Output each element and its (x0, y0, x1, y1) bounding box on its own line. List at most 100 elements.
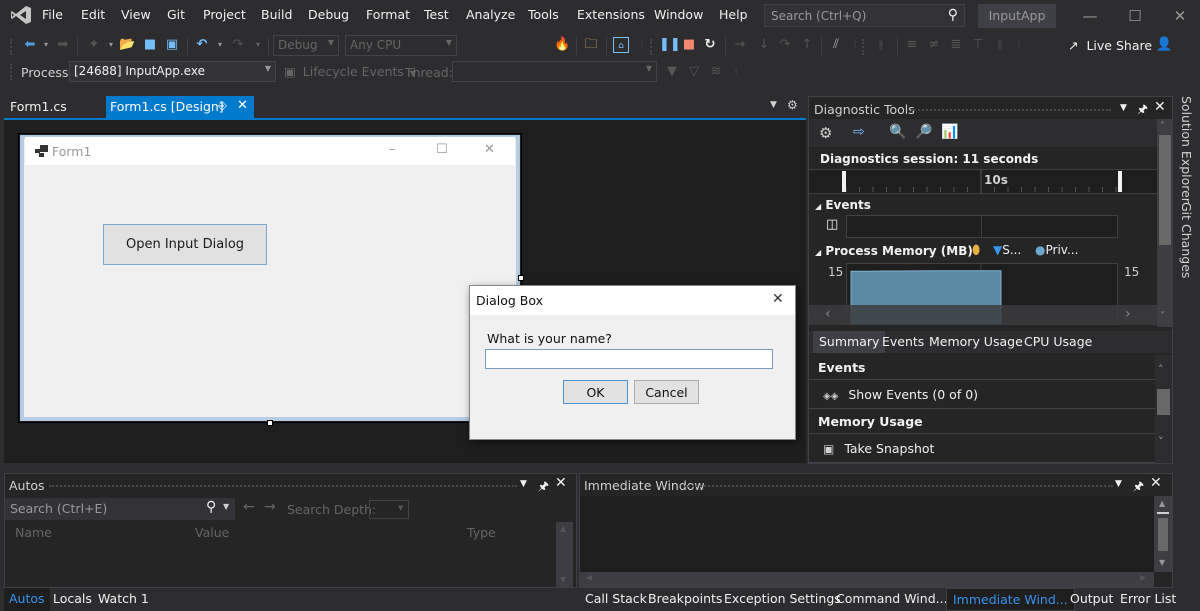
zoom-out-icon[interactable]: 🔎 (915, 124, 932, 140)
align-top-icon[interactable]: ⊤ (970, 37, 986, 53)
scrollbar-thumb[interactable] (1159, 135, 1171, 245)
pin-icon[interactable]: 🖈 (538, 477, 549, 498)
save-all-icon[interactable]: ▣ (164, 37, 180, 53)
show-next-statement-icon[interactable]: → (732, 37, 748, 53)
gear-icon[interactable]: ⚙ (787, 98, 798, 112)
minimize-button[interactable]: — (1068, 3, 1112, 29)
tab-watch-1[interactable]: Watch 1 (98, 591, 149, 606)
open-input-dialog-button[interactable]: Open Input Dialog (103, 224, 267, 265)
toolbar-grip[interactable] (650, 39, 653, 55)
menu-edit[interactable]: Edit (81, 7, 105, 22)
menu-window[interactable]: Window (654, 7, 703, 22)
browse-folder-icon[interactable]: 🗀 (583, 37, 599, 53)
step-over-icon[interactable]: ↷ (777, 37, 793, 53)
close-tab-icon[interactable]: ✕ (237, 98, 248, 113)
search-icon[interactable]: ⚲ (206, 499, 216, 515)
menu-tools[interactable]: Tools (528, 7, 559, 22)
reset-view-icon[interactable]: 📊 (941, 124, 958, 140)
tab-immediate-window[interactable]: Immediate Wind... (946, 588, 1075, 611)
restart-icon[interactable]: ↻ (702, 37, 718, 53)
toolbar-grip[interactable] (10, 64, 13, 80)
maximize-button[interactable]: ☐ (1113, 3, 1157, 29)
show-events-link[interactable]: ◈◈ Show Events (0 of 0) (809, 381, 1155, 409)
scroll-left-icon[interactable]: ◀ (586, 573, 592, 582)
column-type[interactable]: Type (467, 525, 496, 540)
panel-grip[interactable] (911, 109, 1111, 113)
resize-handle-right[interactable] (518, 275, 524, 281)
diagnostic-vertical-scrollbar[interactable]: ˄ ˅ (1157, 119, 1173, 327)
new-project-icon[interactable]: ✦ (86, 37, 102, 53)
scroll-down-icon[interactable]: ˅ (1158, 435, 1164, 448)
scroll-up-icon[interactable]: ˄ (1160, 121, 1165, 132)
pause-icon[interactable]: ❚❚ (659, 37, 681, 53)
search-back-icon[interactable]: ← (243, 499, 255, 515)
scroll-down-icon[interactable]: ▼ (560, 575, 566, 584)
form1-window[interactable]: Form1 – ☐ ✕ (20, 135, 520, 421)
menu-extensions[interactable]: Extensions (577, 7, 645, 22)
search-options-dropdown-icon[interactable]: ▼ (223, 502, 229, 511)
pin-icon[interactable]: ⎆ (218, 99, 227, 113)
toolbar-grip[interactable] (10, 39, 13, 55)
panel-menu-dropdown-icon[interactable]: ▼ (1115, 479, 1122, 489)
solution-explorer-tab[interactable]: Solution Explorer (1179, 96, 1194, 203)
dialog-titlebar[interactable]: Dialog Box ✕ (470, 286, 795, 315)
scroll-left-icon[interactable]: ‹ (825, 306, 831, 322)
zoom-in-icon[interactable]: 🔍 (889, 124, 906, 140)
tab-summary[interactable]: Summary (813, 331, 886, 353)
timeline-ruler[interactable]: 10s (809, 169, 1157, 194)
menu-view[interactable]: View (121, 7, 151, 22)
export-icon[interactable]: ⇨ (853, 124, 865, 140)
menu-format[interactable]: Format (366, 7, 410, 22)
align-left-icon[interactable]: ≡ (904, 37, 920, 53)
panel-menu-dropdown-icon[interactable]: ▼ (1120, 103, 1127, 113)
tab-output[interactable]: Output (1070, 591, 1113, 606)
align-middle-icon[interactable]: ⫲ (992, 37, 1008, 53)
undo-dropdown-icon[interactable]: ▾ (212, 37, 228, 53)
immediate-vertical-scrollbar[interactable]: ▲ ▼ (1154, 496, 1172, 572)
close-panel-icon[interactable]: ✕ (1150, 475, 1162, 491)
pin-icon[interactable]: 🖈 (1137, 100, 1148, 121)
save-icon[interactable]: ■ (142, 37, 158, 53)
back-dropdown-icon[interactable]: ▾ (38, 37, 54, 53)
search-forward-icon[interactable]: → (264, 499, 276, 515)
tab-exception-settings[interactable]: Exception Settings (724, 591, 841, 606)
menu-file[interactable]: File (42, 7, 63, 22)
events-track[interactable] (846, 215, 1118, 238)
ok-button[interactable]: OK (563, 380, 628, 404)
resize-handle-bottom[interactable] (267, 420, 273, 426)
process-memory-header[interactable]: ◢ Process Memory (MB) (815, 244, 973, 258)
scroll-down-icon[interactable]: ˅ (1160, 311, 1165, 322)
immediate-text-area[interactable] (580, 496, 1154, 572)
column-value[interactable]: Value (195, 525, 229, 540)
scroll-right-icon[interactable]: › (1125, 306, 1131, 322)
scroll-up-icon[interactable]: ˄ (1158, 363, 1164, 376)
open-folder-icon[interactable]: 📂 (119, 37, 135, 53)
menu-debug[interactable]: Debug (308, 7, 349, 22)
navigate-forward-icon[interactable]: ➡ (55, 37, 71, 53)
scroll-right-icon[interactable]: ▶ (1140, 573, 1146, 582)
events-section-header[interactable]: ◢ Events (815, 198, 871, 212)
browser-home-icon[interactable]: ⌂ (613, 37, 629, 53)
summary-scrollbar[interactable]: ˄ ˅ (1155, 355, 1172, 463)
scroll-up-icon[interactable]: ▲ (1159, 499, 1165, 508)
live-share-button[interactable]: ↗ Live Share (1068, 38, 1152, 53)
navigate-back-icon[interactable]: ⬅ (22, 37, 38, 53)
menu-git[interactable]: Git (167, 7, 185, 22)
panel-menu-dropdown-icon[interactable]: ▼ (520, 479, 527, 489)
step-into-icon[interactable]: ↓ (756, 37, 772, 53)
tab-autos[interactable]: Autos (4, 588, 50, 611)
tab-form1-design[interactable]: Form1.cs [Design] ⎆ ✕ (106, 96, 254, 118)
scroll-up-icon[interactable]: ▲ (560, 524, 566, 533)
tab-form1-cs[interactable]: Form1.cs (4, 96, 73, 118)
search-icon[interactable]: ⚲ (948, 7, 958, 23)
filter-icon[interactable]: ▼ (664, 64, 680, 80)
timeline-horizontal-scrollbar[interactable]: ‹ › (809, 305, 1157, 325)
close-window-button[interactable]: ✕ (1158, 3, 1200, 29)
autos-search-input[interactable]: Search (Ctrl+E) ⚲ ▼ (5, 498, 235, 520)
menu-test[interactable]: Test (424, 7, 449, 22)
panel-grip[interactable] (49, 485, 517, 489)
search-depth-select[interactable]: ▼ (369, 500, 409, 519)
autos-vertical-scrollbar[interactable]: ▲ ▼ (556, 522, 573, 587)
overflow-icon[interactable]: ⫶ (728, 64, 744, 80)
take-snapshot-link[interactable]: ▣ Take Snapshot (809, 435, 1155, 463)
